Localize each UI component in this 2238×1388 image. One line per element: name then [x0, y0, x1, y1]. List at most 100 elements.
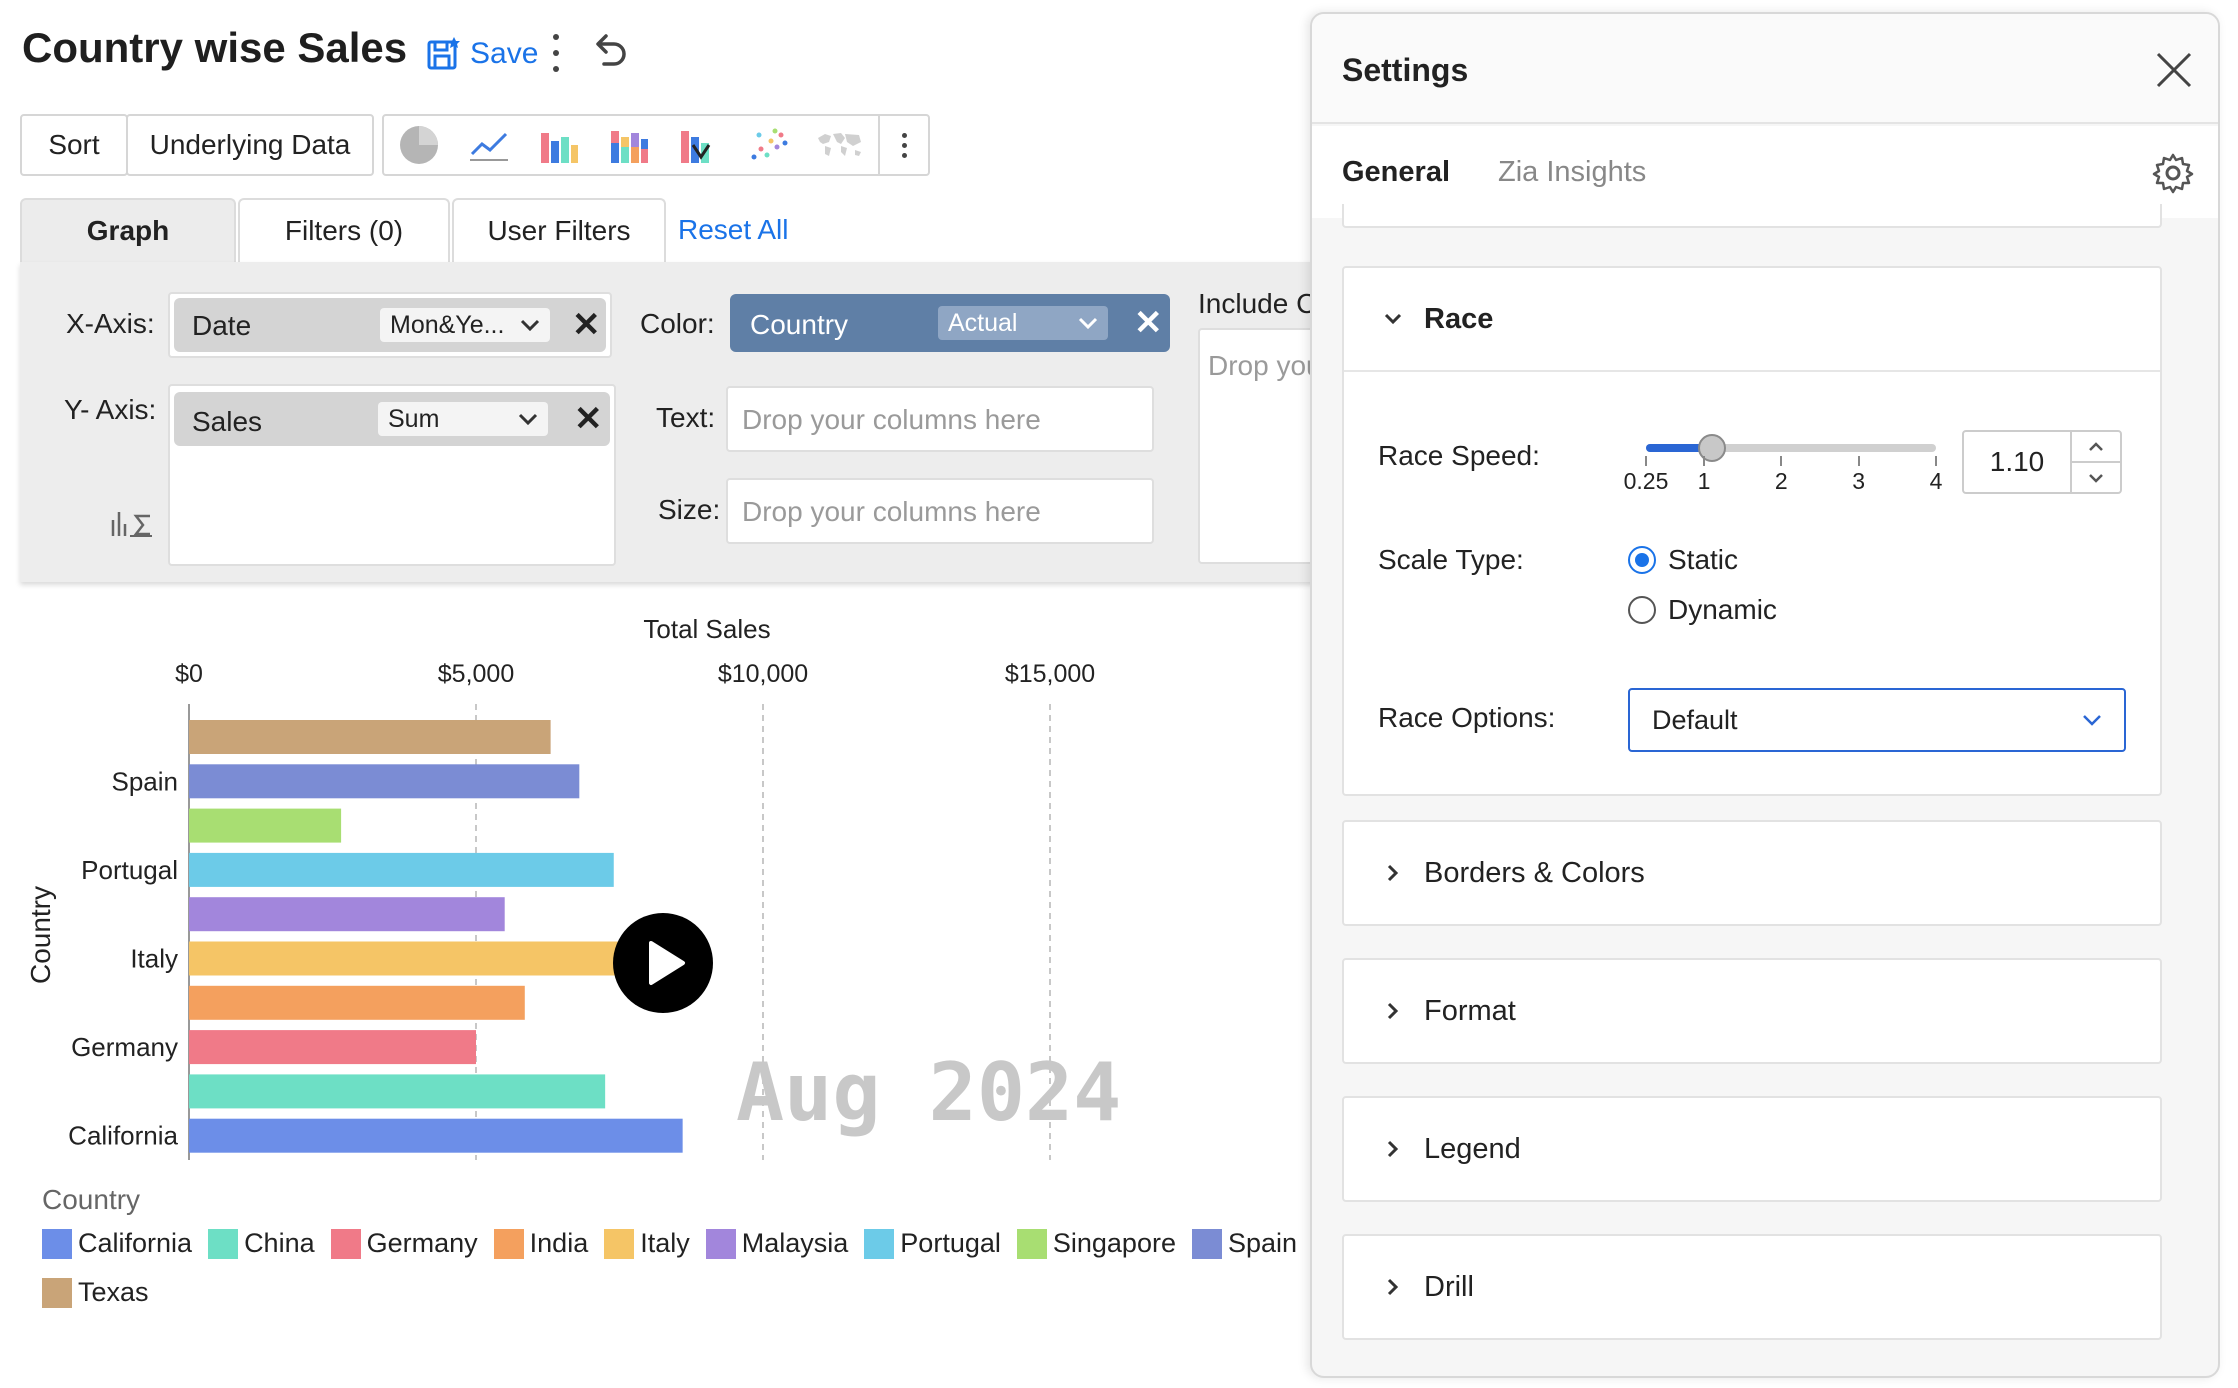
more-options-icon[interactable] [546, 30, 566, 76]
legend-item[interactable]: Malaysia [705, 1228, 849, 1259]
remove-color-icon[interactable]: ✕ [1134, 306, 1163, 340]
close-icon[interactable] [2154, 50, 2194, 90]
y-axis-slot[interactable]: Sales Sum ✕ [168, 384, 616, 566]
race-options-select[interactable]: Default [1628, 688, 2126, 752]
save-icon [427, 37, 460, 70]
slider-tick [1645, 456, 1647, 466]
sort-button[interactable]: Sort [20, 114, 128, 176]
slider-tick-label: 3 [1852, 468, 1866, 494]
x-axis-pill[interactable]: Date Mon&Ye... ✕ [174, 298, 606, 352]
legend-item[interactable]: Portugal [864, 1228, 1001, 1259]
x-axis-slot[interactable]: Date Mon&Ye... ✕ [168, 292, 612, 358]
more-chart-types-icon[interactable] [878, 116, 928, 174]
format-section[interactable]: Format [1342, 958, 2162, 1064]
remove-y-axis-icon[interactable]: ✕ [574, 402, 603, 436]
legend-item[interactable]: Italy [604, 1228, 690, 1259]
pie-chart-icon[interactable] [384, 116, 454, 174]
tab-filters[interactable]: Filters (0) [238, 198, 450, 262]
legend-item[interactable]: Germany [330, 1228, 478, 1259]
legend-label: Portugal [900, 1228, 1001, 1258]
remove-x-axis-icon[interactable]: ✕ [572, 308, 601, 342]
borders-colors-label: Borders & Colors [1424, 856, 1645, 889]
y-tick-label: Germany [71, 1032, 178, 1062]
undo-icon[interactable] [592, 32, 628, 72]
waterfall-icon[interactable] [664, 116, 734, 174]
x-axis-function-select[interactable]: Mon&Ye... [380, 308, 550, 342]
race-speed-value[interactable]: 1.10 [1964, 432, 2070, 492]
legend-item[interactable]: India [493, 1228, 588, 1259]
bar-malaysia [189, 897, 505, 932]
x-tick-label: $15,000 [1005, 660, 1095, 688]
legend-item[interactable]: Texas [42, 1277, 149, 1308]
race-section-header[interactable]: Race [1344, 268, 2160, 372]
radio-static[interactable] [1628, 546, 1656, 574]
y-axis-pill[interactable]: Sales Sum ✕ [174, 392, 610, 446]
tab-user-filters[interactable]: User Filters [452, 198, 666, 262]
increment-icon[interactable] [2072, 432, 2120, 463]
settings-title: Settings [1342, 52, 1469, 88]
decrement-icon[interactable] [2072, 463, 2120, 492]
slider-tick [1857, 456, 1860, 466]
legend-item[interactable]: Spain [1191, 1228, 1298, 1259]
play-icon [649, 941, 685, 985]
chevron-right-icon [1387, 1278, 1399, 1296]
scale-type-label: Scale Type: [1378, 544, 1524, 575]
legend-item[interactable]: California [42, 1228, 192, 1259]
y-axis-function-select[interactable]: Sum [378, 402, 548, 436]
scale-dynamic-option[interactable]: Dynamic [1628, 594, 1777, 626]
color-pill[interactable]: Country Actual ✕ [730, 294, 1170, 352]
play-button[interactable] [613, 913, 713, 1013]
settings-panel: Settings General Zia Insights Race Race … [1310, 12, 2220, 1378]
reset-all-link[interactable]: Reset All [678, 214, 789, 246]
save-button[interactable]: Save [426, 28, 538, 80]
borders-colors-section[interactable]: Borders & Colors [1342, 820, 2162, 926]
legend-title: Country [42, 1184, 141, 1215]
legend-label: Spain [1227, 1228, 1298, 1258]
bar-india [189, 985, 525, 1020]
underlying-data-button[interactable]: Underlying Data [126, 114, 374, 176]
include-label: Include C [1198, 288, 1317, 319]
gear-icon[interactable] [2152, 152, 2194, 194]
size-drop-slot[interactable]: Drop your columns here [726, 478, 1154, 544]
scale-static-option[interactable]: Static [1628, 544, 1738, 576]
drill-label: Drill [1424, 1270, 1474, 1303]
line-chart-icon[interactable] [454, 116, 524, 174]
legend-label: Germany [366, 1228, 478, 1258]
slider-tick [1780, 456, 1783, 466]
bar-chart-icon[interactable] [524, 116, 594, 174]
stacked-bar-icon[interactable] [594, 116, 664, 174]
slider-tick [1703, 456, 1705, 466]
map-icon[interactable] [804, 116, 874, 174]
color-function-select[interactable]: Actual [938, 306, 1108, 340]
chevron-down-icon [518, 413, 538, 425]
aggregate-icon[interactable] [110, 506, 154, 538]
tab-general[interactable]: General [1342, 156, 1450, 189]
race-speed-stepper[interactable]: 1.10 [1962, 430, 2122, 494]
tab-graph[interactable]: Graph [20, 198, 236, 262]
race-speed-knob[interactable] [1697, 434, 1726, 462]
scatter-icon[interactable] [734, 116, 804, 174]
slider-tick-label: 1 [1697, 468, 1711, 494]
legend-swatch [330, 1228, 361, 1259]
chart-legend: California China Germany India Italy Malaysia… [42, 1228, 1302, 1308]
legend-label: Italy [640, 1228, 690, 1258]
text-drop-slot[interactable]: Drop your columns here [726, 386, 1154, 452]
slider-tick [1935, 456, 1937, 466]
legend-section[interactable]: Legend [1342, 1096, 2162, 1202]
radio-dynamic[interactable] [1628, 596, 1656, 624]
legend-label: Legend [1424, 1132, 1521, 1165]
y-tick-label: Spain [112, 766, 179, 796]
chart-type-bar [382, 114, 930, 176]
tab-zia-insights[interactable]: Zia Insights [1498, 156, 1646, 189]
x-axis-function: Mon&Ye... [390, 310, 505, 339]
legend-label: Malaysia [741, 1228, 849, 1258]
legend-item[interactable]: China [208, 1228, 315, 1259]
legend-swatch [1191, 1228, 1222, 1259]
legend-swatch [864, 1228, 895, 1259]
chevron-right-icon [1387, 1140, 1399, 1158]
legend-swatch [42, 1228, 72, 1259]
legend-label: Texas [78, 1277, 149, 1307]
drill-section[interactable]: Drill [1342, 1234, 2162, 1340]
include-drop-hint: Drop you [1208, 350, 1322, 381]
legend-item[interactable]: Singapore [1016, 1228, 1176, 1259]
